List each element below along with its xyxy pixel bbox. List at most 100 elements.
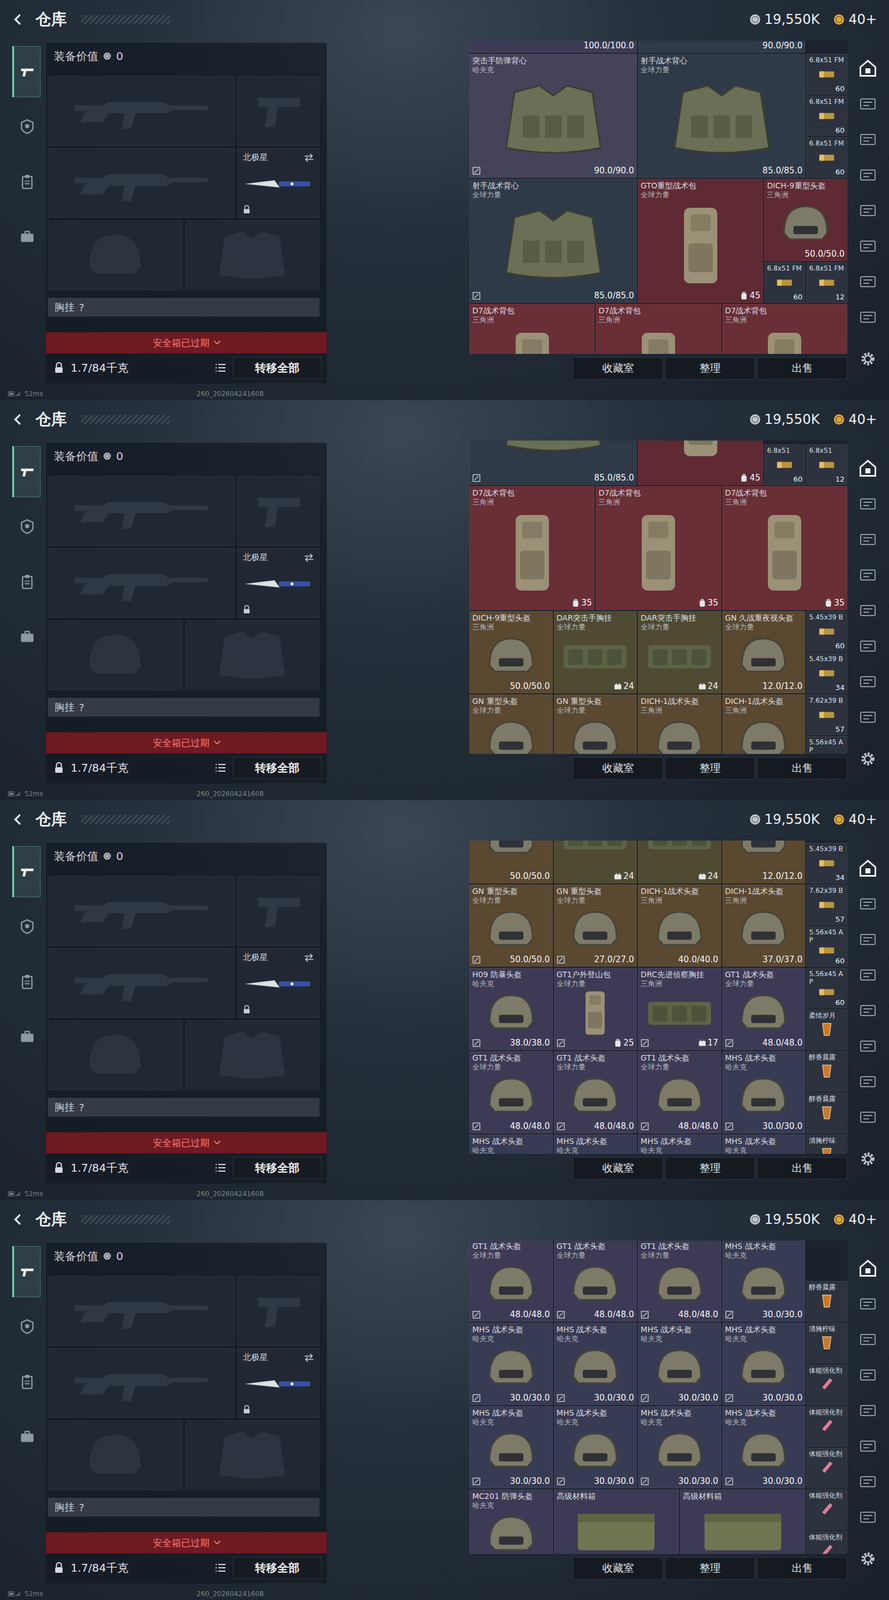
item-card[interactable]: MHS 战术头盔哈夫克30.0/30.0 xyxy=(553,1322,638,1406)
equipment-slot[interactable] xyxy=(185,1020,321,1091)
list-icon[interactable] xyxy=(215,1563,227,1573)
item-card[interactable]: DAR突击手胸挂全球力量24 xyxy=(553,611,638,694)
item-card[interactable]: 90.0/90.0 xyxy=(637,40,806,53)
swap-icon[interactable] xyxy=(303,1353,315,1363)
storage-tab[interactable] xyxy=(855,270,881,293)
storage-tab[interactable] xyxy=(855,857,881,880)
item-card[interactable]: 体能强化剂 xyxy=(806,1489,848,1531)
item-card[interactable]: 体能强化剂 xyxy=(806,1531,848,1555)
item-card[interactable]: 6.8x51 FM60 xyxy=(763,262,806,303)
category-tab[interactable] xyxy=(12,1301,41,1353)
item-card[interactable]: GT1 战术头盔全球力量48.0/48.0 xyxy=(469,1240,553,1322)
equipment-slot[interactable] xyxy=(237,1276,320,1346)
storage-action-button[interactable]: 出售 xyxy=(757,357,848,380)
equipment-slot[interactable] xyxy=(47,76,235,146)
item-card[interactable]: GT1户外登山包全球力量25 xyxy=(553,967,638,1051)
item-card[interactable]: 6.8x51 FM60 xyxy=(806,53,848,95)
storage-tab[interactable] xyxy=(855,892,881,916)
item-card[interactable]: D7战术背包三角洲 xyxy=(469,303,595,354)
item-card[interactable]: 85.0/85.0 xyxy=(469,440,637,486)
item-card[interactable]: 突击手防弹背心哈夫克90.0/90.0 xyxy=(469,53,637,178)
item-card[interactable]: 清腌柠味 xyxy=(806,1134,848,1155)
item-card[interactable]: D7战术背包三角洲35 xyxy=(469,486,595,611)
safe-box-bar[interactable]: 安全箱已过期 xyxy=(46,1132,327,1154)
storage-tab[interactable] xyxy=(855,1506,881,1529)
storage-tab[interactable] xyxy=(855,999,881,1022)
item-card[interactable]: MHS 战术头盔哈夫克 xyxy=(722,1134,806,1155)
storage-tab[interactable] xyxy=(855,599,881,622)
category-tab[interactable] xyxy=(12,446,41,498)
storage-tab[interactable] xyxy=(855,128,881,151)
item-card[interactable]: MHS 战术头盔哈夫克30.0/30.0 xyxy=(469,1406,553,1489)
item-card[interactable]: 5.56x45 AP xyxy=(806,736,848,754)
equipment-slot[interactable] xyxy=(47,1020,183,1091)
storage-tab[interactable] xyxy=(855,92,881,116)
chest-rig-slot[interactable]: 胸挂? xyxy=(47,1097,320,1117)
item-card[interactable]: GT1 战术头盔全球力量48.0/48.0 xyxy=(553,1240,638,1322)
item-card[interactable]: MHS 战术头盔哈夫克30.0/30.0 xyxy=(637,1406,722,1489)
item-card[interactable]: 50.0/50.0 xyxy=(469,840,553,884)
category-tab[interactable] xyxy=(12,956,41,1008)
gear-icon[interactable] xyxy=(860,751,876,767)
item-card[interactable]: MHS 战术头盔哈夫克30.0/30.0 xyxy=(722,1322,806,1406)
category-tab[interactable] xyxy=(12,556,41,608)
equipment-slot[interactable] xyxy=(185,220,321,291)
storage-tab[interactable] xyxy=(855,1257,881,1280)
storage-tab[interactable] xyxy=(855,1070,881,1093)
equipment-slot[interactable] xyxy=(47,948,235,1018)
storage-tab[interactable] xyxy=(855,1364,881,1387)
item-card[interactable]: MHS 战术头盔哈夫克 xyxy=(553,1134,638,1155)
category-tab[interactable] xyxy=(12,101,41,153)
back-arrow-icon[interactable] xyxy=(11,1212,26,1227)
item-card[interactable]: DICH-9重型头盔三角洲50.0/50.0 xyxy=(763,178,848,262)
equipment-slot[interactable]: 北极星 xyxy=(237,148,320,218)
storage-action-button[interactable]: 出售 xyxy=(757,1157,848,1180)
list-icon[interactable] xyxy=(215,363,227,373)
storage-action-button[interactable]: 收藏室 xyxy=(572,1557,663,1580)
storage-tab[interactable] xyxy=(855,670,881,693)
item-card[interactable]: 7.62x39 B57 xyxy=(806,694,848,736)
item-card[interactable]: DICH-9重型头盔三角洲50.0/50.0 xyxy=(469,611,553,694)
equipment-slot[interactable] xyxy=(47,1420,183,1491)
item-card[interactable]: DRC先进侦察胸挂三角洲17 xyxy=(637,967,722,1051)
storage-tab[interactable] xyxy=(855,1470,881,1493)
item-card[interactable]: MHS 战术头盔哈夫克 xyxy=(469,1134,553,1155)
transfer-all-button[interactable]: 转移全部 xyxy=(232,356,322,379)
item-card[interactable]: 6.8x5160 xyxy=(763,444,806,486)
storage-tab[interactable] xyxy=(855,1399,881,1422)
category-tab[interactable] xyxy=(12,211,41,263)
equipment-slot[interactable] xyxy=(47,1348,235,1418)
safe-box-bar[interactable]: 安全箱已过期 xyxy=(46,1532,327,1554)
item-card[interactable]: 体能强化剂 xyxy=(806,1364,848,1406)
item-card[interactable]: 24 xyxy=(637,840,722,884)
storage-tab[interactable] xyxy=(855,706,881,729)
back-arrow-icon[interactable] xyxy=(11,12,26,27)
equipment-slot[interactable]: 北极星 xyxy=(237,548,320,618)
category-tab[interactable] xyxy=(12,846,41,898)
equipment-slot[interactable] xyxy=(185,620,321,691)
category-tab[interactable] xyxy=(12,156,41,208)
storage-action-button[interactable]: 整理 xyxy=(665,1157,756,1180)
list-icon[interactable] xyxy=(215,763,227,773)
item-card[interactable]: GT1 战术头盔全球力量48.0/48.0 xyxy=(637,1051,722,1134)
item-card[interactable]: DICH-1战术头盔三角洲 xyxy=(637,694,722,754)
item-card[interactable]: 5.45x39 B60 xyxy=(806,611,848,652)
storage-tab[interactable] xyxy=(855,635,881,658)
storage-tab[interactable] xyxy=(855,964,881,987)
item-card[interactable]: D7战术背包三角洲35 xyxy=(722,486,848,611)
item-card[interactable]: MHS 战术头盔哈夫克30.0/30.0 xyxy=(722,1240,806,1322)
item-card[interactable]: DICH-1战术头盔三角洲40.0/40.0 xyxy=(637,884,722,967)
storage-tab[interactable] xyxy=(855,1292,881,1316)
item-card[interactable]: 高级材料箱 xyxy=(680,1489,806,1555)
equipment-slot[interactable] xyxy=(237,76,320,146)
category-tab[interactable] xyxy=(12,46,41,98)
item-card[interactable]: 7.62x39 B57 xyxy=(806,884,848,926)
swap-icon[interactable] xyxy=(303,953,315,963)
item-card[interactable]: MHS 战术头盔哈夫克 xyxy=(637,1134,722,1155)
item-card[interactable]: D7战术背包三角洲 xyxy=(595,303,721,354)
storage-tab[interactable] xyxy=(855,528,881,551)
item-card[interactable]: MHS 战术头盔哈夫克30.0/30.0 xyxy=(553,1406,638,1489)
equipment-slot[interactable]: 北极星 xyxy=(237,1348,320,1418)
gear-icon[interactable] xyxy=(860,1151,876,1167)
item-card[interactable]: 6.8x51 FM12 xyxy=(806,262,848,303)
